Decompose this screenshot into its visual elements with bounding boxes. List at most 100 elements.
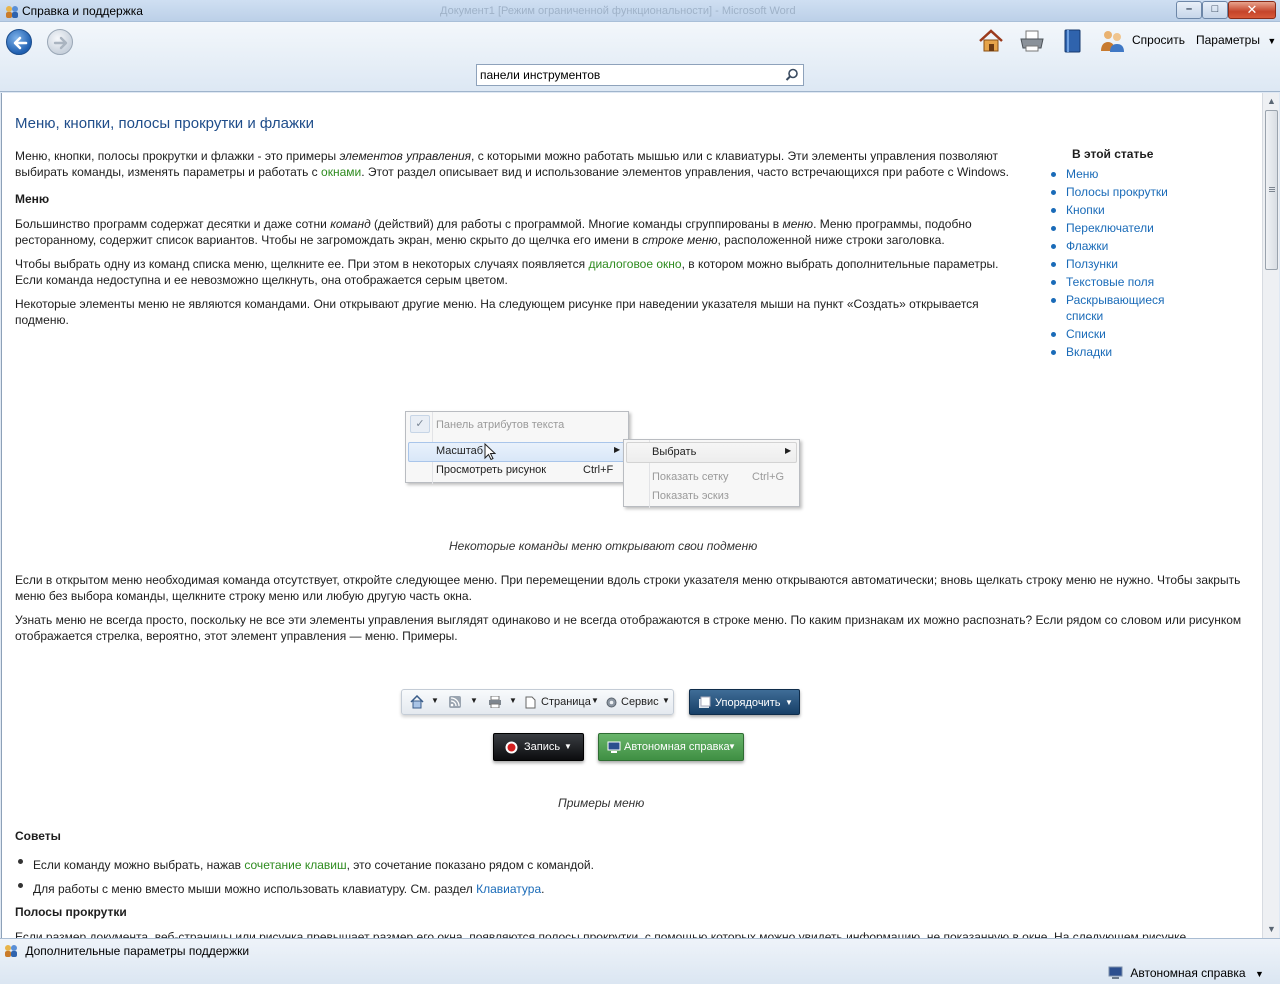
menu-paragraph-4: Если в открытом меню необходимая команда… — [15, 573, 1241, 603]
example-menu: ✓ Панель атрибутов текста Масштаб ▶ Прос… — [405, 411, 629, 484]
help-app-icon — [6, 6, 18, 18]
toc-item-checkboxes[interactable]: Флажки — [1048, 237, 1168, 255]
computer-icon — [1108, 966, 1123, 979]
window-title: Справка и поддержка — [22, 4, 143, 18]
menu-item-view-picture: Просмотреть рисунок — [436, 464, 547, 476]
toc-item-text-boxes[interactable]: Текстовые поля — [1048, 273, 1168, 291]
toc-item-sliders[interactable]: Ползунки — [1048, 255, 1168, 273]
search-input[interactable] — [480, 67, 780, 83]
toc-item-tabs[interactable]: Вкладки — [1048, 343, 1168, 361]
scroll-up-arrow-icon[interactable]: ▲ — [1263, 93, 1280, 110]
example-submenu: Выбрать ▶ Показать сетку Ctrl+G Показать… — [623, 439, 800, 508]
toc-item-radio-buttons[interactable]: Переключатели — [1048, 219, 1168, 237]
people-icon[interactable] — [1098, 27, 1126, 55]
scrollbars-paragraph: Если размер документа, веб-страницы или … — [15, 930, 1187, 938]
page-icon — [525, 696, 536, 709]
tips-heading: Советы — [15, 829, 61, 843]
background-window-title: Документ1 [Режим ограниченной функционал… — [440, 5, 796, 17]
feed-icon — [449, 696, 461, 708]
printer-icon[interactable] — [1018, 27, 1046, 55]
folder-icon — [699, 696, 711, 708]
maximize-button[interactable]: □ — [1202, 1, 1228, 19]
computer-icon — [607, 741, 621, 753]
tips-list: Если команду можно выбрать, нажав сочета… — [15, 853, 1215, 901]
chevron-down-icon: ▼ — [591, 696, 599, 705]
toc-item-dropdown-lists[interactable]: Раскрывающиеся списки — [1048, 291, 1168, 325]
home-icon[interactable] — [977, 27, 1005, 55]
submenu-arrow-icon: ▶ — [785, 446, 792, 455]
back-arrow-icon — [13, 36, 28, 50]
toc-list: Меню Полосы прокрутки Кнопки Переключате… — [1048, 165, 1168, 361]
submenu-item-select: Выбрать — [652, 446, 697, 458]
chevron-down-icon: ▼ — [509, 696, 517, 705]
chevron-down-icon: ▼ — [564, 742, 572, 751]
submenu-item-grid: Показать сетку — [652, 471, 729, 483]
ask-button[interactable]: Спросить — [1132, 33, 1185, 47]
chevron-down-icon: ▼ — [728, 742, 736, 751]
menu-shortcut-view: Ctrl+F — [583, 464, 614, 476]
toc-item-lists[interactable]: Списки — [1048, 325, 1168, 343]
menu-paragraph-1: Большинство программ содержат десятки и … — [15, 217, 972, 247]
scroll-down-arrow-icon[interactable]: ▼ — [1263, 921, 1280, 938]
article-content: Меню, кнопки, полосы прокрутки и флажки … — [1, 93, 1262, 938]
tools-menu-label: Сервис — [621, 696, 659, 708]
toolbar: Спросить Параметры ▼ — [0, 22, 1280, 92]
forward-arrow-icon — [53, 36, 68, 50]
submenu-item-thumbnails: Показать эскиз — [652, 490, 729, 502]
book-icon[interactable] — [1059, 27, 1087, 55]
chevron-down-icon: ▼ — [785, 698, 793, 707]
toc-item-scrollbars[interactable]: Полосы прокрутки — [1048, 183, 1168, 201]
scrollbars-heading: Полосы прокрутки — [15, 905, 127, 919]
figure-caption-2: Примеры меню — [558, 796, 645, 810]
chevron-down-icon: ▼ — [470, 696, 478, 705]
toc-item-menus[interactable]: Меню — [1048, 165, 1168, 183]
page-menu-label: Страница — [541, 696, 591, 708]
submenu-shortcut-grid: Ctrl+G — [752, 471, 785, 483]
figure-caption-1: Некоторые команды меню открывают свои по… — [449, 539, 758, 553]
more-support-options-link[interactable]: Дополнительные параметры поддержки — [3, 943, 249, 958]
printer-icon — [489, 696, 501, 708]
dialog-box-link[interactable]: диалоговое окно — [588, 257, 681, 271]
options-button[interactable]: Параметры ▼ — [1196, 33, 1276, 47]
menu-paragraph-2: Чтобы выбрать одну из команд списка меню… — [15, 257, 999, 287]
ie-command-bar-example: ▼ ▼ ▼ Страница ▼ Сервис ▼ — [401, 689, 674, 715]
keyboard-link[interactable]: Клавиатура — [476, 882, 541, 896]
organize-button-example: Упорядочить ▼ — [689, 689, 800, 715]
offline-help-button-example: Автономная справка ▼ — [598, 733, 744, 761]
search-box[interactable] — [476, 64, 804, 86]
gear-icon — [606, 697, 617, 708]
menu-item-zoom: Масштаб — [436, 445, 484, 457]
menu-heading: Меню — [15, 192, 50, 206]
record-icon — [505, 741, 518, 754]
windows-link[interactable]: окнами — [321, 165, 361, 179]
title-bar: Справка и поддержка Документ1 [Режим огр… — [0, 0, 1280, 22]
record-button-example: Запись ▼ — [493, 733, 584, 761]
home-icon — [410, 695, 424, 709]
menu-item-text-toolbar: Панель атрибутов текста — [436, 419, 565, 431]
toc-item-buttons[interactable]: Кнопки — [1048, 201, 1168, 219]
vertical-scrollbar[interactable]: ▲ ▼ — [1262, 93, 1279, 938]
back-button[interactable] — [6, 29, 32, 55]
submenu-arrow-icon: ▶ — [614, 445, 621, 454]
list-item: Для работы с меню вместо мыши можно испо… — [15, 877, 1215, 901]
menu-paragraph-5: Узнать меню не всегда просто, поскольку … — [15, 613, 1242, 643]
chevron-down-icon: ▼ — [1254, 969, 1264, 979]
intro-paragraph: Меню, кнопки, полосы прокрутки и флажки … — [15, 149, 1009, 179]
page-title: Меню, кнопки, полосы прокрутки и флажки — [15, 115, 314, 132]
chevron-down-icon: ▼ — [1267, 36, 1277, 46]
shortcut-link[interactable]: сочетание клавиш — [244, 858, 346, 872]
mouse-pointer-icon — [484, 443, 496, 461]
list-item: Если команду можно выбрать, нажав сочета… — [15, 853, 1215, 877]
toc-title: В этой статье — [1072, 147, 1154, 161]
checkmark-icon: ✓ — [410, 415, 430, 433]
status-bar: Дополнительные параметры поддержки Автон… — [0, 938, 1280, 984]
close-button[interactable]: ✕ — [1228, 1, 1276, 19]
scrollbar-thumb[interactable] — [1265, 110, 1278, 270]
chevron-down-icon: ▼ — [431, 696, 439, 705]
minimize-button[interactable]: – — [1176, 1, 1202, 19]
menu-paragraph-3: Некоторые элементы меню не являются кома… — [15, 297, 979, 327]
offline-help-menu[interactable]: Автономная справка ▼ — [1108, 966, 1264, 980]
chevron-down-icon: ▼ — [662, 696, 670, 705]
search-icon[interactable] — [785, 68, 799, 82]
forward-button[interactable] — [47, 29, 73, 55]
